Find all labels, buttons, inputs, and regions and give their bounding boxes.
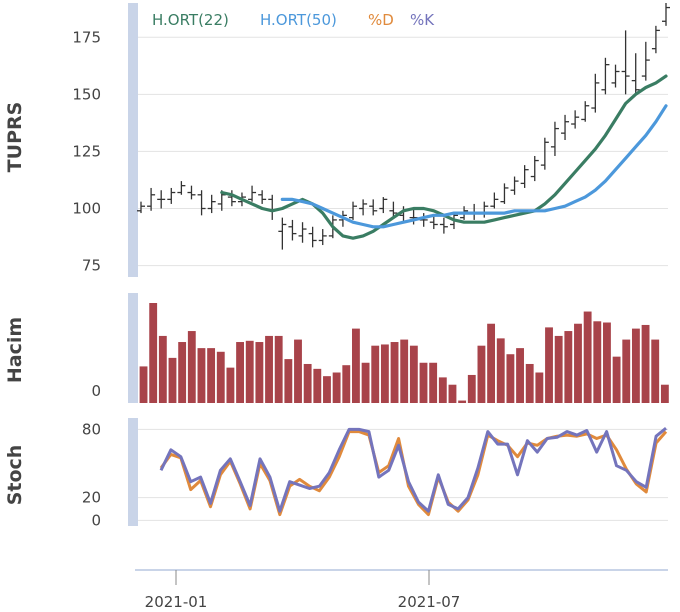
volume-bar (332, 372, 341, 403)
price-tick-label: 150 (72, 85, 101, 103)
stock-chart: TUPRS Hacim Stoch 75 100 125 150 175 H.ORT(2… (4, 3, 670, 611)
legend: H.ORT(22) H.ORT(50) %D %K (152, 11, 435, 29)
stoch-axis-title: Stoch (4, 445, 26, 506)
volume-bar (651, 339, 660, 403)
stoch-panel: 0 20 80 (82, 418, 668, 529)
volume-bar (467, 374, 476, 403)
legend-item: H.ORT(22) (152, 11, 229, 29)
volume-bar (429, 362, 438, 403)
price-tick-label: 175 (72, 28, 101, 46)
volume-bar (284, 359, 293, 403)
legend-item: %K (410, 11, 435, 29)
volume-bar (226, 367, 235, 403)
volume-bar (603, 322, 611, 403)
volume-bar (352, 328, 360, 403)
volume-bar (168, 357, 177, 403)
x-tick-label: 2021-07 (398, 593, 461, 611)
volume-bar (294, 339, 302, 403)
price-plot-area (138, 3, 668, 277)
volume-bar (593, 321, 602, 403)
price-panel: 75 100 125 150 175 H.ORT(22) H.ORT(50) %D %K (72, 3, 670, 277)
volume-bar (139, 366, 148, 403)
volume-bar (313, 368, 322, 403)
volume-bar (458, 400, 467, 403)
volume-bar (574, 323, 582, 403)
volume-bar (216, 351, 225, 403)
stoch-tick-label: 0 (91, 511, 101, 529)
price-tick-label: 75 (82, 257, 101, 275)
volume-bar (187, 331, 196, 403)
volume-bar (631, 328, 640, 403)
volume-bar (390, 342, 399, 403)
volume-bar (149, 303, 158, 403)
volume-bar (612, 356, 621, 403)
volume-axis-title: Hacim (4, 317, 26, 383)
volume-bar (380, 344, 389, 403)
price-panel-scrollbar[interactable] (128, 3, 138, 277)
price-tick-label: 125 (72, 142, 101, 160)
volume-bar (197, 348, 206, 403)
volume-bar (622, 339, 631, 403)
volume-bar (342, 365, 351, 403)
volume-bar (516, 348, 524, 403)
volume-bar (323, 376, 331, 403)
x-tick-label: 2021-01 (145, 593, 208, 611)
price-tick-label: 100 (72, 200, 101, 218)
x-axis: 2021-01 2021-07 (135, 569, 668, 611)
volume-bar (535, 372, 544, 403)
stoch-tick-label: 20 (82, 489, 101, 507)
volume-bar (371, 345, 380, 403)
volume-bar (554, 335, 563, 403)
volume-bar (265, 335, 273, 403)
volume-bar (438, 377, 447, 403)
volume-bar (477, 345, 486, 403)
legend-item: %D (368, 11, 394, 29)
volume-bar (545, 327, 553, 403)
volume-bar (419, 362, 428, 403)
volume-bar (274, 335, 283, 403)
volume-bar (409, 345, 418, 403)
stoch-tick-label: 80 (82, 420, 101, 438)
volume-bar (236, 342, 244, 403)
volume-bar (400, 339, 409, 403)
volume-bar (255, 342, 264, 403)
volume-bar (207, 348, 216, 403)
volume-bar (641, 324, 650, 403)
volume-panel-scrollbar[interactable] (128, 293, 138, 403)
volume-bar (496, 338, 505, 403)
volume-bar (525, 363, 534, 403)
volume-bar (583, 311, 592, 403)
volume-bar (158, 335, 167, 403)
volume-bar (660, 384, 669, 403)
volume-bar (245, 340, 254, 403)
volume-bar (361, 362, 370, 403)
legend-item: H.ORT(50) (260, 11, 337, 29)
stoch-panel-scrollbar[interactable] (128, 418, 138, 526)
volume-panel: 0 (91, 293, 669, 403)
volume-bar (487, 323, 496, 403)
volume-bar (564, 331, 573, 403)
volume-bar (303, 363, 312, 403)
volume-bar (506, 354, 515, 403)
volume-bar (448, 384, 457, 403)
volume-tick-label: 0 (91, 382, 101, 400)
price-axis-title: TUPRS (4, 102, 26, 173)
volume-bar (178, 342, 187, 403)
